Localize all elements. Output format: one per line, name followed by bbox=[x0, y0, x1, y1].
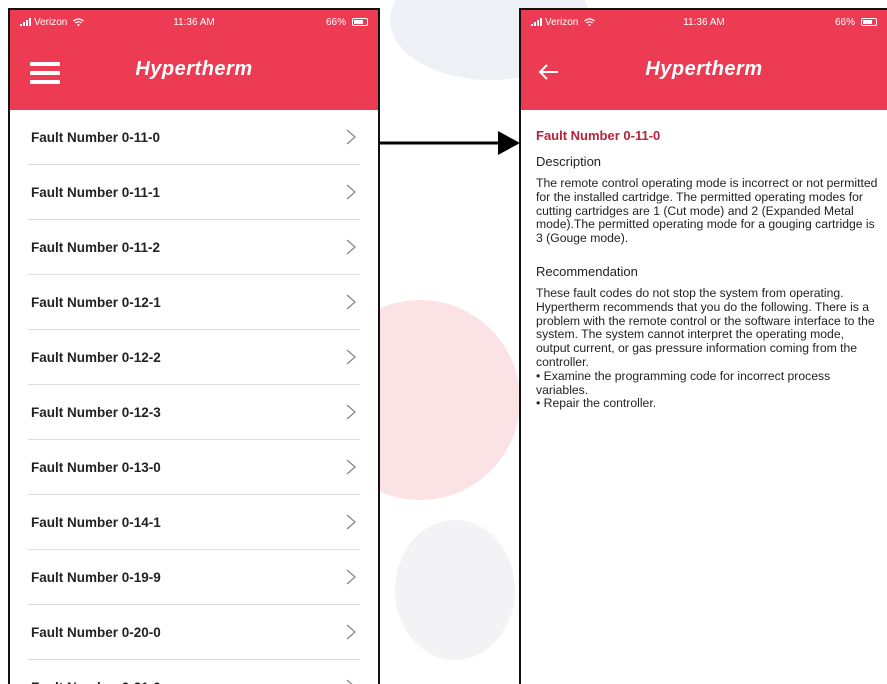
fault-title: Fault Number 0-11-0 bbox=[536, 128, 661, 143]
list-item[interactable]: Fault Number 0-20-0 bbox=[28, 605, 360, 660]
recommendation-bullet: • Repair the controller. bbox=[536, 396, 657, 411]
chevron-right-icon bbox=[346, 569, 356, 585]
status-bar: Verizon 11:36 AM 66% bbox=[10, 10, 378, 38]
list-item[interactable]: Fault Number 0-11-1 bbox=[28, 165, 360, 220]
list-item[interactable]: Fault Number 0-14-1 bbox=[28, 495, 360, 550]
list-item-label: Fault Number 0-11-2 bbox=[31, 239, 161, 255]
list-item-label: Fault Number 0-21-0 bbox=[28, 680, 161, 684]
chevron-right-icon bbox=[346, 624, 356, 640]
app-logo: Hypertherm bbox=[645, 58, 763, 80]
description-text: The remote control operating mode is inc… bbox=[536, 176, 878, 246]
connector-arrow bbox=[380, 131, 520, 155]
chevron-right-icon bbox=[346, 404, 356, 420]
list-item-label: Fault Number 0-12-3 bbox=[31, 404, 161, 420]
chevron-right-icon bbox=[346, 294, 356, 310]
chevron-right-icon bbox=[346, 129, 356, 145]
list-item[interactable]: Fault Number 0-11-2 bbox=[28, 220, 360, 275]
recommendation-heading: Recommendation bbox=[536, 263, 638, 279]
chevron-right-icon bbox=[346, 349, 356, 365]
status-time: 11:36 AM bbox=[683, 17, 725, 28]
watermark-shape bbox=[395, 520, 515, 660]
list-item-label: Fault Number 0-12-2 bbox=[31, 349, 161, 365]
status-time: 11:36 AM bbox=[173, 17, 215, 28]
app-logo: Hypertherm bbox=[135, 58, 253, 80]
phone-screen-list: Verizon 11:36 AM 66% Hypertherm Fault Nu… bbox=[8, 8, 380, 684]
list-item[interactable]: Fault Number 0-12-3 bbox=[28, 385, 360, 440]
list-item-label: Fault Number 0-13-0 bbox=[31, 459, 161, 475]
nav-bar: Hypertherm bbox=[521, 38, 887, 110]
list-item[interactable]: Fault Number 0-21-0 bbox=[28, 660, 360, 684]
recommendation-text: These fault codes do not stop the system… bbox=[536, 285, 875, 369]
list-item-label: Fault Number 0-20-0 bbox=[31, 624, 161, 640]
list-item-label: Fault Number 0-11-1 bbox=[31, 184, 161, 200]
chevron-right-icon bbox=[346, 459, 356, 475]
list-item-label: Fault Number 0-19-9 bbox=[31, 569, 161, 585]
battery-percent: 66% bbox=[834, 17, 855, 28]
nav-bar: Hypertherm bbox=[10, 38, 378, 110]
chevron-right-icon bbox=[346, 184, 356, 200]
list-item-label: Fault Number 0-12-1 bbox=[31, 294, 161, 310]
status-bar: Verizon 11:36 AM 66% bbox=[521, 10, 887, 38]
description-heading: Description bbox=[536, 154, 602, 169]
battery-percent: 66% bbox=[325, 17, 346, 28]
battery-icon bbox=[352, 18, 368, 26]
list-item-label: Fault Number 0-14-1 bbox=[31, 514, 161, 530]
battery-icon bbox=[861, 18, 877, 26]
list-item[interactable]: Fault Number 0-19-9 bbox=[28, 550, 360, 605]
phone-screen-detail: Verizon 11:36 AM 66% Hypertherm Fault Nu… bbox=[519, 8, 887, 684]
fault-detail: Fault Number 0-11-0 Description The remo… bbox=[536, 128, 881, 411]
chevron-right-icon bbox=[346, 514, 356, 530]
chevron-right-icon bbox=[346, 239, 356, 255]
list-item[interactable]: Fault Number 0-11-0 bbox=[28, 110, 360, 165]
chevron-right-icon bbox=[346, 679, 353, 684]
list-item[interactable]: Fault Number 0-12-1 bbox=[28, 275, 360, 330]
recommendation-bullet: • Examine the programming code for incor… bbox=[536, 368, 831, 397]
list-item[interactable]: Fault Number 0-13-0 bbox=[28, 440, 360, 495]
list-item[interactable]: Fault Number 0-12-2 bbox=[28, 330, 360, 385]
fault-list: Fault Number 0-11-0 Fault Number 0-11-1 Fa… bbox=[10, 110, 378, 684]
list-item-label: Fault Number 0-11-0 bbox=[31, 129, 161, 145]
